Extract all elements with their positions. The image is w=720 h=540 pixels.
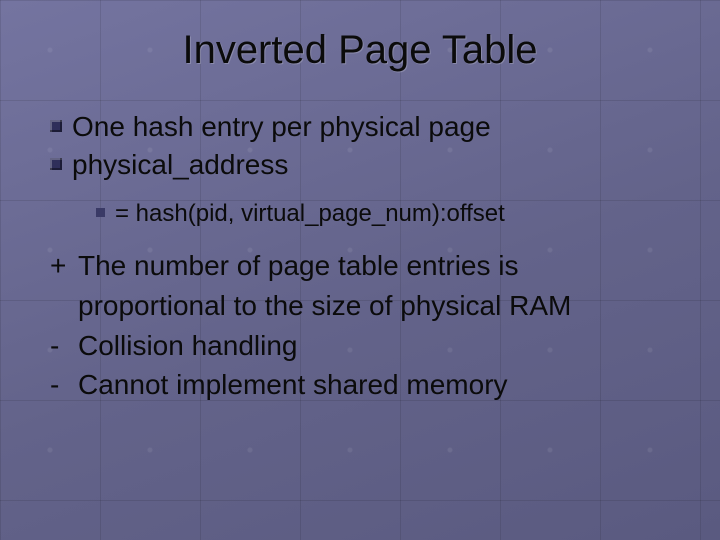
plus-text: The number of page table entries is xyxy=(78,247,518,285)
plain-lines: + The number of page table entries is pr… xyxy=(50,247,692,404)
square-bullet-icon xyxy=(50,158,62,170)
bullet-text: One hash entry per physical page xyxy=(72,109,491,145)
sub-bullet-item: = hash(pid, virtual_page_num):offset xyxy=(96,198,692,229)
minus-text: Collision handling xyxy=(78,327,297,365)
plus-mark: + xyxy=(50,247,68,285)
plus-line: + The number of page table entries is xyxy=(50,247,692,285)
square-bullet-icon xyxy=(50,120,62,132)
slide-title: Inverted Page Table xyxy=(28,28,692,73)
minus-line: - Cannot implement shared memory xyxy=(50,366,692,404)
minus-text: Cannot implement shared memory xyxy=(78,366,508,404)
plus-line-cont: proportional to the size of physical RAM xyxy=(50,287,692,325)
minus-mark: - xyxy=(50,366,68,404)
minus-line: - Collision handling xyxy=(50,327,692,365)
square-bullet-icon xyxy=(96,208,105,217)
slide-content: One hash entry per physical page physica… xyxy=(28,109,692,404)
sub-bullet-text: = hash(pid, virtual_page_num):offset xyxy=(115,198,505,229)
slide: Inverted Page Table One hash entry per p… xyxy=(0,0,720,540)
minus-mark: - xyxy=(50,327,68,365)
plus-text-cont: proportional to the size of physical RAM xyxy=(78,287,571,325)
bullet-text: physical_address xyxy=(72,147,288,183)
bullet-item: physical_address xyxy=(50,147,692,183)
bullet-item: One hash entry per physical page xyxy=(50,109,692,145)
